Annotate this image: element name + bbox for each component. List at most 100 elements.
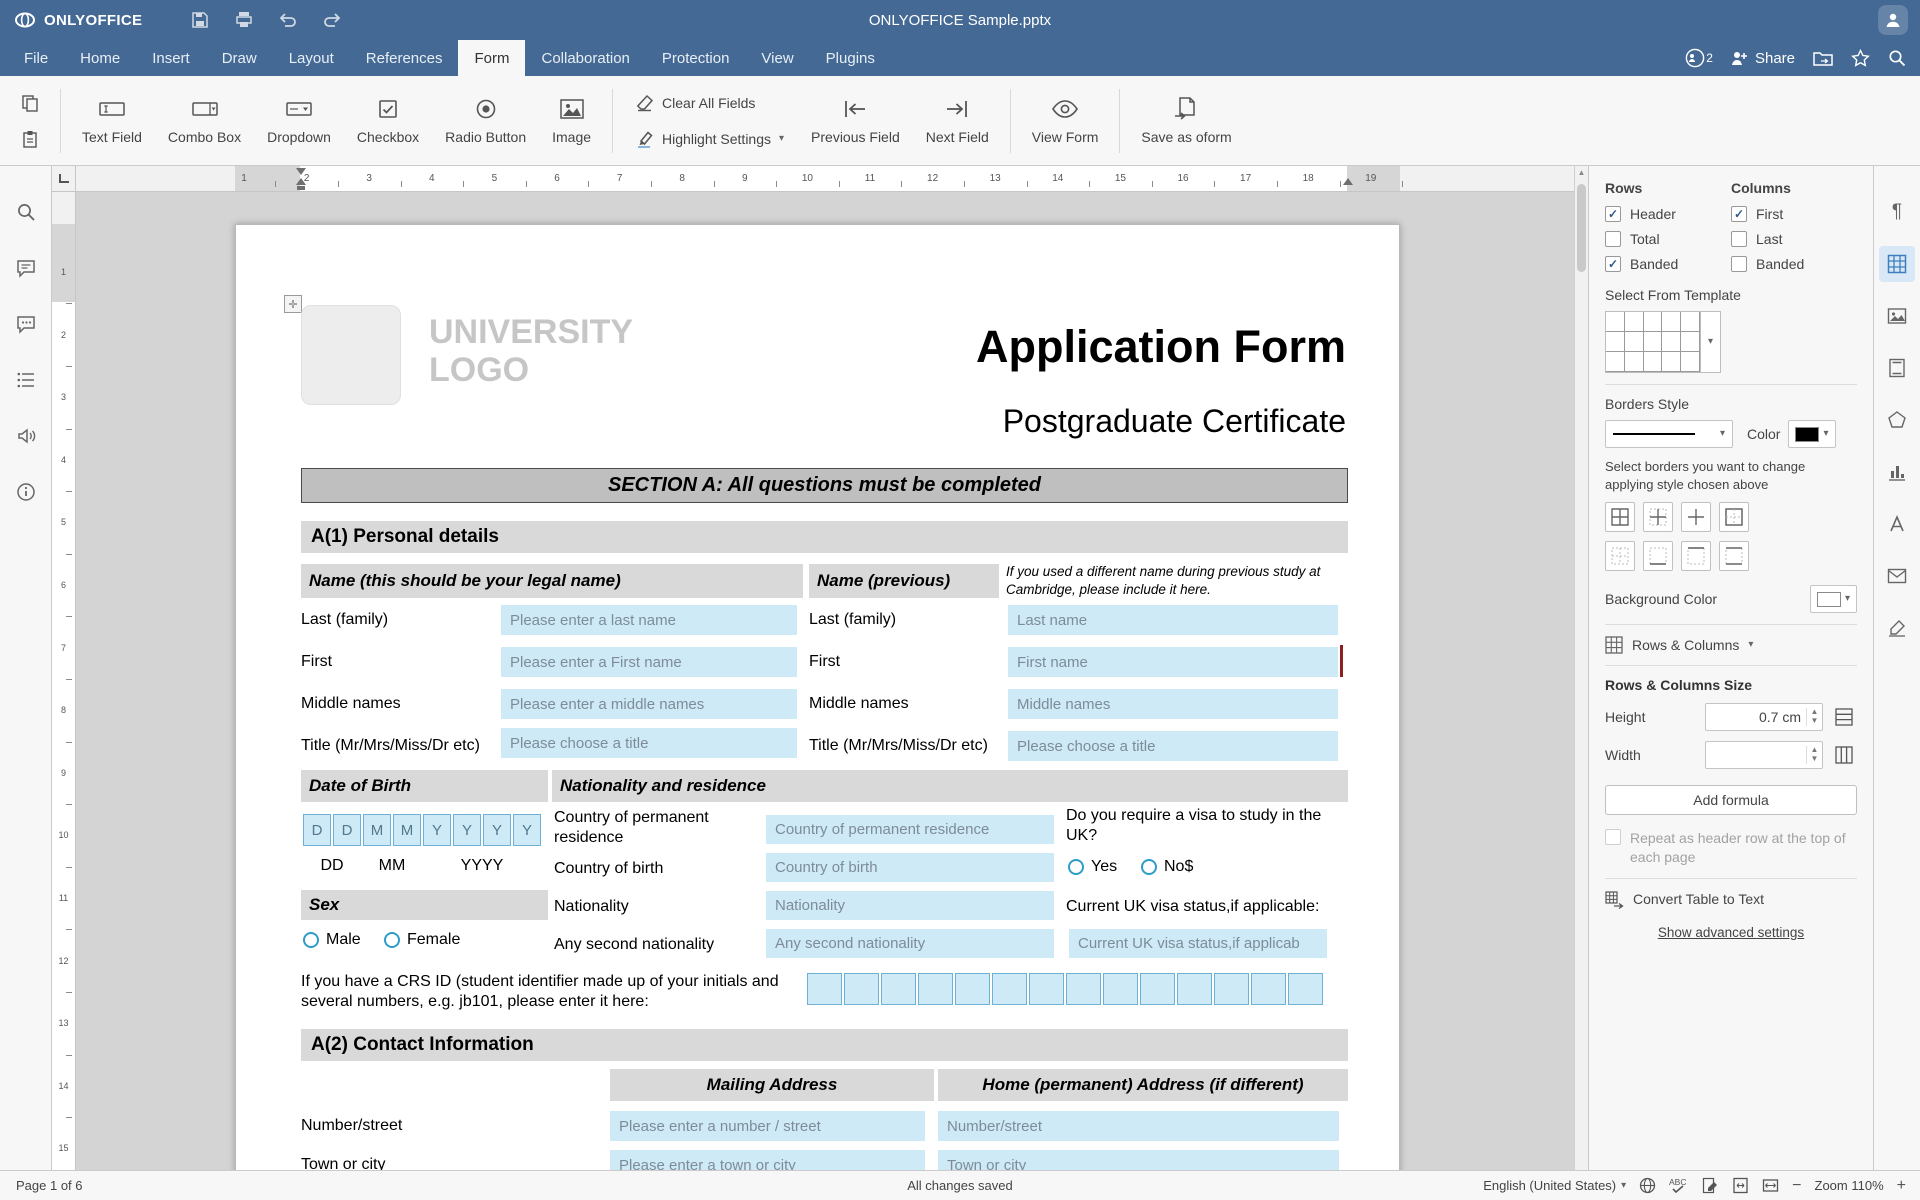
- border-bottom-button[interactable]: [1643, 541, 1673, 571]
- first-name-field[interactable]: Please enter a First name: [501, 647, 797, 677]
- permanent-residence-field[interactable]: Country of permanent residence: [766, 815, 1054, 844]
- scrollbar-thumb[interactable]: [1577, 184, 1586, 272]
- search-icon[interactable]: [1888, 49, 1906, 67]
- checkbox-banded[interactable]: ✓Banded: [1605, 256, 1731, 272]
- border-none-button[interactable]: [1605, 541, 1635, 571]
- image-button[interactable]: Image: [539, 82, 604, 160]
- tab-layout[interactable]: Layout: [273, 40, 350, 76]
- second-nationality-field[interactable]: Any second nationality: [766, 929, 1054, 958]
- border-all-button[interactable]: [1605, 502, 1635, 532]
- border-outer-button[interactable]: [1719, 502, 1749, 532]
- crs-cell[interactable]: [844, 973, 879, 1005]
- shape-settings-icon[interactable]: [1879, 402, 1915, 438]
- mailing-town-field[interactable]: Please enter a town or city: [610, 1150, 925, 1170]
- column-width-input[interactable]: ▲▼: [1705, 741, 1823, 769]
- visa-status-field[interactable]: Current UK visa status,if applicab: [1069, 929, 1327, 958]
- undo-icon[interactable]: [276, 8, 300, 32]
- dob-cell[interactable]: M: [393, 814, 421, 846]
- table-template-preview[interactable]: [1605, 311, 1701, 373]
- spin-down-icon[interactable]: ▼: [1811, 717, 1819, 726]
- checkbox-total[interactable]: Total: [1605, 231, 1731, 247]
- repeat-header-checkbox[interactable]: Repeat as header row at the top of each …: [1605, 829, 1857, 867]
- rows-columns-toggle[interactable]: Rows & Columns ▾: [1605, 636, 1857, 654]
- scroll-up-icon[interactable]: ▲: [1575, 168, 1588, 177]
- tab-insert[interactable]: Insert: [136, 40, 206, 76]
- tab-draw[interactable]: Draw: [206, 40, 273, 76]
- vertical-ruler[interactable]: 123456789101112131415: [52, 192, 76, 1170]
- find-icon[interactable]: [10, 196, 42, 228]
- last-name-field[interactable]: Please enter a last name: [501, 605, 797, 635]
- home-street-field[interactable]: Number/street: [938, 1111, 1339, 1141]
- file-location-icon[interactable]: [1813, 50, 1833, 67]
- crs-cell[interactable]: [881, 973, 916, 1005]
- border-top-button[interactable]: [1681, 541, 1711, 571]
- visa-yes-radio[interactable]: Yes: [1068, 858, 1117, 876]
- navigation-icon[interactable]: [10, 364, 42, 396]
- previous-last-name-field[interactable]: Last name: [1008, 605, 1338, 635]
- checkbox-header[interactable]: ✓Header: [1605, 206, 1731, 222]
- tab-protection[interactable]: Protection: [646, 40, 746, 76]
- checkbox-last[interactable]: Last: [1731, 231, 1857, 247]
- crs-cell[interactable]: [1288, 973, 1323, 1005]
- tab-stop-selector[interactable]: [52, 166, 76, 192]
- zoom-out-button[interactable]: −: [1792, 1178, 1801, 1194]
- checkbox-banded[interactable]: Banded: [1731, 256, 1857, 272]
- tab-home[interactable]: Home: [64, 40, 136, 76]
- previous-field-button[interactable]: Previous Field: [798, 82, 913, 160]
- image-settings-icon[interactable]: [1879, 298, 1915, 334]
- horizontal-ruler[interactable]: 12345678910111213141516171819: [76, 166, 1574, 192]
- dob-cell[interactable]: M: [363, 814, 391, 846]
- language-selector[interactable]: English (United States)▾: [1483, 1178, 1626, 1193]
- convert-table-to-text-button[interactable]: Convert Table to Text: [1605, 890, 1857, 909]
- page-indicator[interactable]: Page 1 of 6: [0, 1178, 83, 1193]
- globe-icon[interactable]: [1639, 1177, 1656, 1194]
- comments-icon[interactable]: [10, 252, 42, 284]
- tab-references[interactable]: References: [350, 40, 459, 76]
- nationality-field[interactable]: Nationality: [766, 891, 1054, 920]
- crs-cell[interactable]: [1103, 973, 1138, 1005]
- dob-cell[interactable]: Y: [453, 814, 481, 846]
- signature-settings-icon[interactable]: [1879, 610, 1915, 646]
- redo-icon[interactable]: [320, 8, 344, 32]
- logo-placeholder[interactable]: [301, 305, 401, 405]
- dob-cell[interactable]: Y: [513, 814, 541, 846]
- save-as-oform-button[interactable]: Save as oform: [1128, 82, 1244, 160]
- dob-cell[interactable]: Y: [483, 814, 511, 846]
- document-canvas[interactable]: ✛ UNIVERSITY LOGO Application Form Postg…: [76, 192, 1574, 1170]
- zoom-in-button[interactable]: +: [1897, 1178, 1906, 1194]
- country-of-birth-field[interactable]: Country of birth: [766, 853, 1054, 882]
- row-height-input[interactable]: 0.7 cm ▲▼: [1705, 703, 1823, 731]
- dob-cell[interactable]: Y: [423, 814, 451, 846]
- share-button[interactable]: Share: [1731, 50, 1795, 67]
- avatar[interactable]: [1878, 5, 1908, 35]
- checkbox-button[interactable]: Checkbox: [344, 82, 432, 160]
- clear-all-fields-button[interactable]: Clear All Fields: [627, 88, 792, 118]
- dob-cell[interactable]: D: [333, 814, 361, 846]
- tab-file[interactable]: File: [8, 40, 64, 76]
- highlight-settings-button[interactable]: Highlight Settings ▾: [627, 124, 792, 154]
- sex-male-radio[interactable]: Male: [303, 931, 361, 949]
- distribute-columns-button[interactable]: [1831, 742, 1857, 768]
- left-indent-marker[interactable]: [297, 186, 305, 190]
- right-indent-marker[interactable]: [1343, 178, 1353, 185]
- border-cross-button[interactable]: [1681, 502, 1711, 532]
- tab-plugins[interactable]: Plugins: [810, 40, 891, 76]
- crs-cell[interactable]: [918, 973, 953, 1005]
- textart-settings-icon[interactable]: [1879, 506, 1915, 542]
- next-field-button[interactable]: Next Field: [913, 82, 1002, 160]
- track-changes-icon[interactable]: [1702, 1177, 1719, 1194]
- border-inner-button[interactable]: [1643, 502, 1673, 532]
- vertical-scrollbar[interactable]: ▲: [1574, 166, 1588, 1170]
- tab-view[interactable]: View: [745, 40, 809, 76]
- about-icon[interactable]: [10, 476, 42, 508]
- crs-cell[interactable]: [955, 973, 990, 1005]
- tab-collaboration[interactable]: Collaboration: [525, 40, 645, 76]
- crs-cell[interactable]: [807, 973, 842, 1005]
- spellcheck-icon[interactable]: ABC: [1669, 1177, 1689, 1194]
- view-form-button[interactable]: View Form: [1019, 82, 1112, 160]
- dob-cell[interactable]: D: [303, 814, 331, 846]
- border-color-picker[interactable]: ▾: [1788, 420, 1835, 448]
- mailing-street-field[interactable]: Please enter a number / street: [610, 1111, 925, 1141]
- dropdown-button[interactable]: Dropdown: [254, 82, 344, 160]
- previous-first-name-field[interactable]: First name: [1008, 647, 1338, 677]
